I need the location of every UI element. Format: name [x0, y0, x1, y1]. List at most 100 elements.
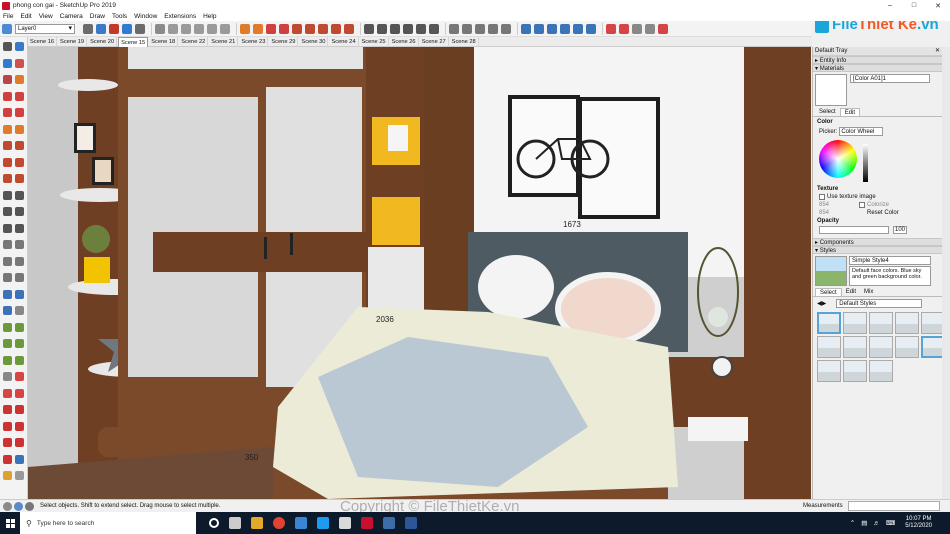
scene-tab[interactable]: Scene 27	[420, 36, 449, 47]
menu-camera[interactable]: Camera	[60, 13, 83, 20]
line-tool-icon[interactable]	[240, 23, 250, 34]
close-button[interactable]: ✕	[926, 0, 950, 11]
zoom-icon[interactable]	[475, 23, 485, 34]
drape-tool-icon[interactable]	[15, 339, 24, 348]
right-view-icon[interactable]	[194, 23, 204, 34]
rectangle-tool-icon[interactable]	[266, 23, 276, 34]
model-viewport[interactable]: 2036 1673 350	[28, 47, 811, 499]
stamp-tool-icon[interactable]	[3, 339, 12, 348]
move-tool-icon[interactable]	[305, 23, 315, 34]
text-tool-icon[interactable]	[15, 207, 24, 216]
cortana-icon[interactable]	[209, 518, 219, 528]
task-view-icon[interactable]	[229, 517, 241, 529]
eraser-icon[interactable]	[109, 23, 119, 34]
circle-tool-icon[interactable]	[279, 23, 289, 34]
credits-icon[interactable]	[14, 501, 23, 511]
smoove-tool-icon[interactable]	[15, 322, 24, 332]
scene-tab[interactable]: Scene 29	[269, 36, 299, 47]
extension-warehouse-icon[interactable]	[619, 23, 629, 34]
opacity-slider[interactable]	[819, 226, 889, 234]
photos-icon[interactable]	[383, 517, 395, 529]
chrome-icon[interactable]	[273, 517, 285, 529]
rotate-tool-icon[interactable]	[3, 157, 12, 167]
layer-value[interactable]: Layer0	[15, 23, 75, 34]
monochrome-icon[interactable]	[586, 23, 596, 34]
scene-tab[interactable]: Scene 19	[58, 36, 88, 47]
settings-icon[interactable]	[339, 517, 351, 529]
style-name-field[interactable]: Simple Style4	[849, 256, 931, 265]
scene-tab[interactable]: Scene 22	[179, 36, 209, 47]
pan-tool-icon[interactable]	[15, 240, 24, 249]
keyboard-icon[interactable]: ⌨	[886, 519, 895, 527]
style-option[interactable]	[817, 312, 841, 334]
styles-library-dropdown[interactable]: Default Styles	[836, 299, 923, 308]
text-tool-icon[interactable]	[403, 23, 413, 34]
zoom-extents-tool-icon[interactable]	[3, 273, 12, 282]
rotated-rect-tool-icon[interactable]	[15, 91, 24, 101]
style-option[interactable]	[843, 312, 867, 334]
freehand-tool-icon[interactable]	[15, 75, 24, 84]
tab-mix[interactable]: Mix	[860, 288, 877, 296]
top-view-icon[interactable]	[168, 23, 178, 34]
sketchup-taskbar-icon[interactable]	[361, 517, 373, 529]
style-tool-icon[interactable]	[15, 454, 24, 464]
tab-select[interactable]: Select	[815, 288, 842, 296]
taskbar-search[interactable]: ⚲ Type here to search	[20, 512, 196, 534]
intersect-tool-icon[interactable]	[3, 421, 12, 431]
orbit-icon[interactable]	[449, 23, 459, 34]
scale-tool-icon[interactable]	[3, 174, 12, 183]
style-option[interactable]	[817, 336, 841, 358]
offset-tool-icon[interactable]	[344, 23, 354, 34]
texture-width[interactable]: 854	[819, 202, 829, 208]
geo-location-icon[interactable]	[3, 501, 12, 511]
dimension-icon[interactable]	[377, 23, 387, 34]
material-name-field[interactable]: [Color A01]1	[850, 74, 930, 83]
split-tool-icon[interactable]	[3, 454, 12, 464]
eraser-tool-icon[interactable]	[15, 58, 24, 68]
menu-window[interactable]: Window	[134, 13, 157, 20]
sandbox-tool-icon[interactable]	[3, 322, 12, 332]
axes-icon[interactable]	[416, 23, 426, 34]
ext-warehouse-tool-icon[interactable]	[3, 388, 12, 398]
shaded-textures-icon[interactable]	[573, 23, 583, 34]
style-option[interactable]	[895, 336, 919, 358]
push-pull-icon[interactable]	[292, 23, 302, 34]
scene-tab[interactable]: Scene 25	[360, 36, 389, 47]
style-option[interactable]	[869, 336, 893, 358]
trim-tool-icon[interactable]	[15, 438, 24, 447]
style-option[interactable]	[895, 312, 919, 334]
position-camera-tool-icon[interactable]	[3, 289, 12, 299]
zoom-window-icon[interactable]	[488, 23, 498, 34]
scene-tab[interactable]: Scene 30	[299, 36, 329, 47]
layout-tool-icon[interactable]	[15, 388, 24, 398]
minimize-button[interactable]: –	[878, 0, 902, 11]
menu-view[interactable]: View	[39, 13, 53, 20]
chevron-up-icon[interactable]: ⌃	[850, 519, 855, 527]
entity-info-header[interactable]: ▸ Entity Info	[813, 56, 942, 64]
style-description[interactable]: Default face colors. Blue sky and green …	[849, 266, 931, 286]
teamviewer-icon[interactable]	[317, 517, 329, 529]
color-wheel[interactable]	[819, 140, 857, 178]
send-to-layout-icon[interactable]	[658, 23, 668, 34]
fog-tool-icon[interactable]	[15, 471, 24, 480]
scene-tab[interactable]: Scene 18	[149, 36, 179, 47]
tab-select[interactable]: Select	[815, 108, 840, 116]
style-option[interactable]	[817, 360, 841, 382]
circle-tool-icon[interactable]	[3, 108, 12, 117]
shadow-tool-icon[interactable]	[3, 471, 12, 480]
tape-measure-icon[interactable]	[364, 23, 374, 34]
rotate-tool-icon[interactable]	[318, 23, 328, 34]
scene-tab[interactable]: Scene 16	[28, 36, 58, 47]
components-icon[interactable]	[96, 23, 106, 34]
volume-icon[interactable]: ♬	[873, 520, 880, 527]
select-tool-icon[interactable]	[3, 42, 12, 51]
xray-icon[interactable]	[521, 23, 531, 34]
polygon-tool-icon[interactable]	[15, 108, 24, 117]
maximize-button[interactable]: □	[902, 0, 926, 11]
scene-tab[interactable]: Scene 21	[209, 36, 239, 47]
picker-dropdown[interactable]: Color Wheel	[839, 127, 884, 136]
tape-measure-tool-icon[interactable]	[3, 190, 12, 200]
subtract-tool-icon[interactable]	[3, 438, 12, 447]
zoom-extents-icon[interactable]	[501, 23, 511, 34]
add-detail-tool-icon[interactable]	[3, 355, 12, 365]
